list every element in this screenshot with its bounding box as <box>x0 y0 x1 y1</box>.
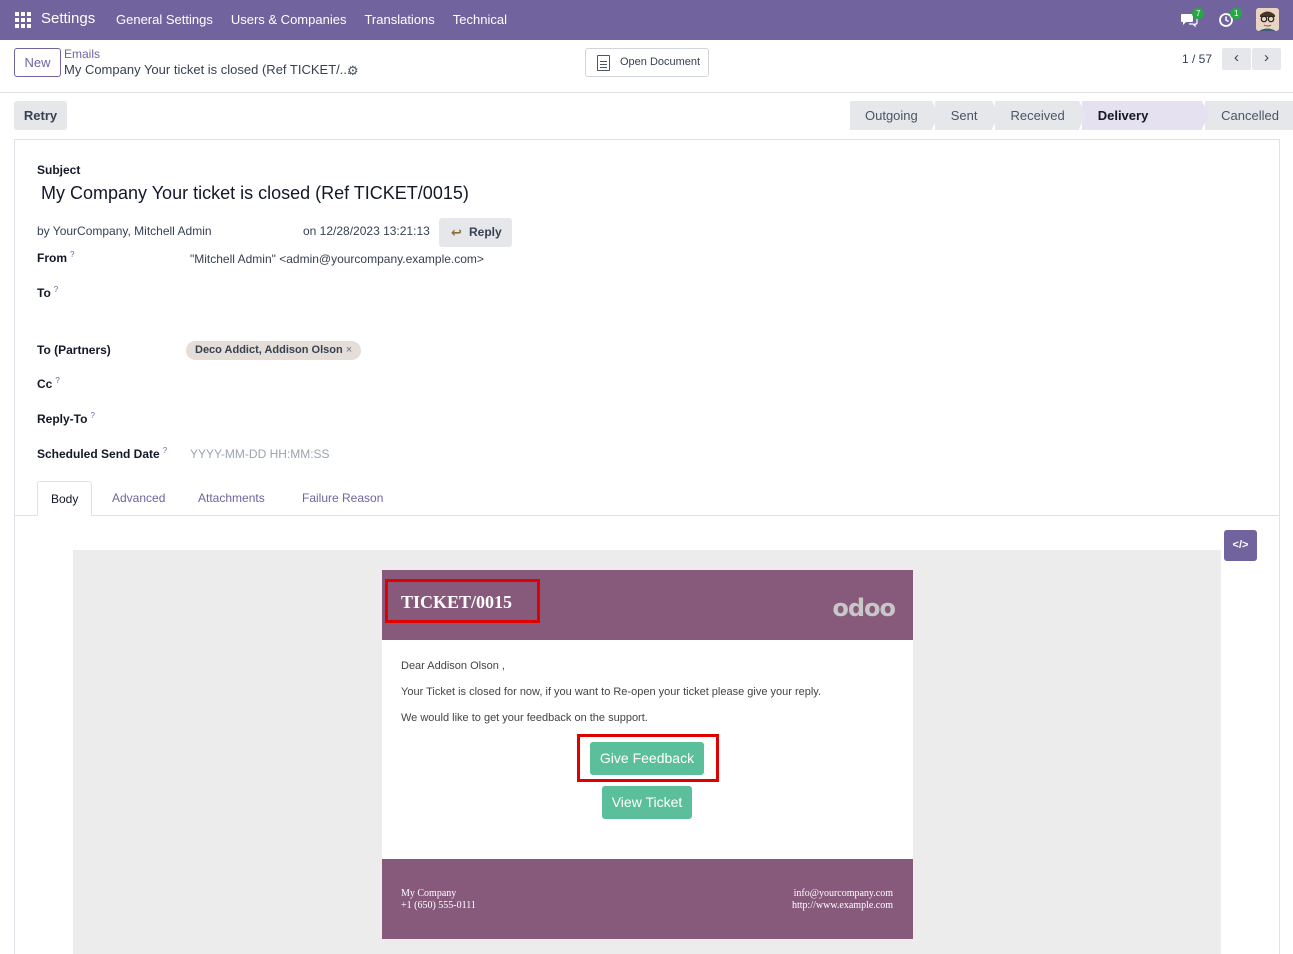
help-icon[interactable]: ? <box>55 376 59 385</box>
open-document-button[interactable]: Open Document <box>585 48 709 77</box>
give-feedback-button[interactable]: Give Feedback <box>590 742 704 775</box>
chevron-left-icon: ‹ <box>1234 49 1239 66</box>
to-label: To? <box>37 285 59 300</box>
tab-body[interactable]: Body <box>37 481 93 516</box>
avatar-face-icon <box>1256 8 1279 31</box>
date-line: on 12/28/2023 13:21:13 <box>303 224 430 238</box>
from-field[interactable]: "Mitchell Admin" <admin@yourcompany.exam… <box>190 252 484 266</box>
main-menu: General Settings Users & Companies Trans… <box>116 12 525 27</box>
breadcrumb-current: My Company Your ticket is closed (Ref TI… <box>64 62 351 77</box>
footer-website[interactable]: http://www.example.com <box>792 900 893 912</box>
stage-sent[interactable]: Sent <box>934 101 999 130</box>
to-partners-label: To (Partners) <box>37 343 111 357</box>
email-line-2: We would like to get your feedback on th… <box>401 712 648 724</box>
activities-button[interactable]: 1 <box>1218 8 1243 31</box>
author-line: by YourCompany, Mitchell Admin <box>37 224 212 238</box>
subject-label: Subject <box>37 163 81 177</box>
pager-value[interactable]: 1 / 57 <box>1182 52 1212 66</box>
odoo-logo: odoo <box>832 594 896 622</box>
document-icon <box>597 55 610 71</box>
email-body-preview: TICKET/0015 odoo Dear Addison Olson , Yo… <box>73 550 1221 954</box>
email-footer: My Company +1 (650) 555-0111 info@yourco… <box>382 859 913 939</box>
form-sheet: Subject My Company Your ticket is closed… <box>14 139 1280 954</box>
menu-general-settings[interactable]: General Settings <box>116 12 213 27</box>
stage-selector: Outgoing Sent Received Delivery Failed C… <box>850 101 1293 152</box>
highlight-box-ticket <box>385 579 540 623</box>
apps-menu-icon[interactable] <box>15 12 31 28</box>
email-greeting: Dear Addison Olson , <box>401 660 505 672</box>
reply-button[interactable]: ↩ Reply <box>439 218 512 247</box>
control-panel: New Emails My Company Your ticket is clo… <box>0 40 1293 93</box>
user-avatar[interactable] <box>1256 8 1279 31</box>
gear-icon[interactable]: ⚙ <box>347 63 359 79</box>
subject-field[interactable]: My Company Your ticket is closed (Ref TI… <box>41 183 469 204</box>
reply-label: Reply <box>469 225 502 239</box>
menu-technical[interactable]: Technical <box>453 12 507 27</box>
reply-to-label: Reply-To? <box>37 411 95 426</box>
breadcrumb-emails[interactable]: Emails <box>64 47 100 61</box>
reply-icon: ↩ <box>451 225 462 240</box>
help-icon[interactable]: ? <box>90 411 94 420</box>
activities-count-badge: 1 <box>1230 8 1243 19</box>
footer-phone: +1 (650) 555-0111 <box>401 900 476 911</box>
footer-company-info: My Company +1 (650) 555-0111 <box>401 888 476 912</box>
cc-label: Cc? <box>37 376 60 391</box>
stage-outgoing[interactable]: Outgoing <box>850 101 939 130</box>
footer-contact-info: info@yourcompany.com http://www.example.… <box>792 888 893 912</box>
email-line-1: Your Ticket is closed for now, if you wa… <box>401 686 822 698</box>
messages-count-badge: 7 <box>1192 8 1205 19</box>
help-icon[interactable]: ? <box>54 285 58 294</box>
scheduled-date-label: Scheduled Send Date? <box>37 446 168 461</box>
top-navbar: Settings General Settings Users & Compan… <box>0 0 1293 40</box>
pager-previous-button[interactable]: ‹ <box>1222 48 1251 70</box>
app-brand[interactable]: Settings <box>41 10 95 27</box>
stage-cancelled[interactable]: Cancelled <box>1205 101 1293 130</box>
email-content: Dear Addison Olson , Your Ticket is clos… <box>382 640 913 859</box>
tab-failure-reason[interactable]: Failure Reason <box>302 481 383 516</box>
new-button[interactable]: New <box>14 48 61 77</box>
tab-advanced[interactable]: Advanced <box>112 481 165 516</box>
footer-email[interactable]: info@yourcompany.com <box>792 888 893 900</box>
tab-attachments[interactable]: Attachments <box>198 481 265 516</box>
code-view-button[interactable]: </> <box>1224 530 1257 561</box>
from-label: From? <box>37 250 75 265</box>
scheduled-date-input[interactable]: YYYY-MM-DD HH:MM:SS <box>190 447 330 461</box>
stage-received[interactable]: Received <box>994 101 1086 130</box>
retry-button[interactable]: Retry <box>14 101 67 130</box>
partner-tag[interactable]: Deco Addict, Addison Olson × <box>186 341 362 360</box>
email-header: TICKET/0015 odoo <box>382 570 913 640</box>
menu-users-companies[interactable]: Users & Companies <box>231 12 347 27</box>
help-icon[interactable]: ? <box>163 446 167 455</box>
stage-delivery-failed[interactable]: Delivery Failed <box>1081 101 1210 152</box>
chevron-right-icon: › <box>1264 49 1269 66</box>
messages-button[interactable]: 7 <box>1180 8 1205 31</box>
open-document-label: Open Document <box>620 56 701 68</box>
code-icon: </> <box>1232 539 1249 551</box>
email-template: TICKET/0015 odoo Dear Addison Olson , Yo… <box>382 570 913 939</box>
menu-translations[interactable]: Translations <box>364 12 434 27</box>
status-bar: Retry Outgoing Sent Received Delivery Fa… <box>0 93 1293 152</box>
help-icon[interactable]: ? <box>70 250 74 259</box>
pager-next-button[interactable]: › <box>1252 48 1281 70</box>
view-ticket-button[interactable]: View Ticket <box>602 786 692 819</box>
footer-company: My Company <box>401 888 457 899</box>
notebook-tabs: Body Advanced Attachments Failure Reason <box>15 481 1279 516</box>
remove-tag-icon[interactable]: × <box>346 344 352 356</box>
